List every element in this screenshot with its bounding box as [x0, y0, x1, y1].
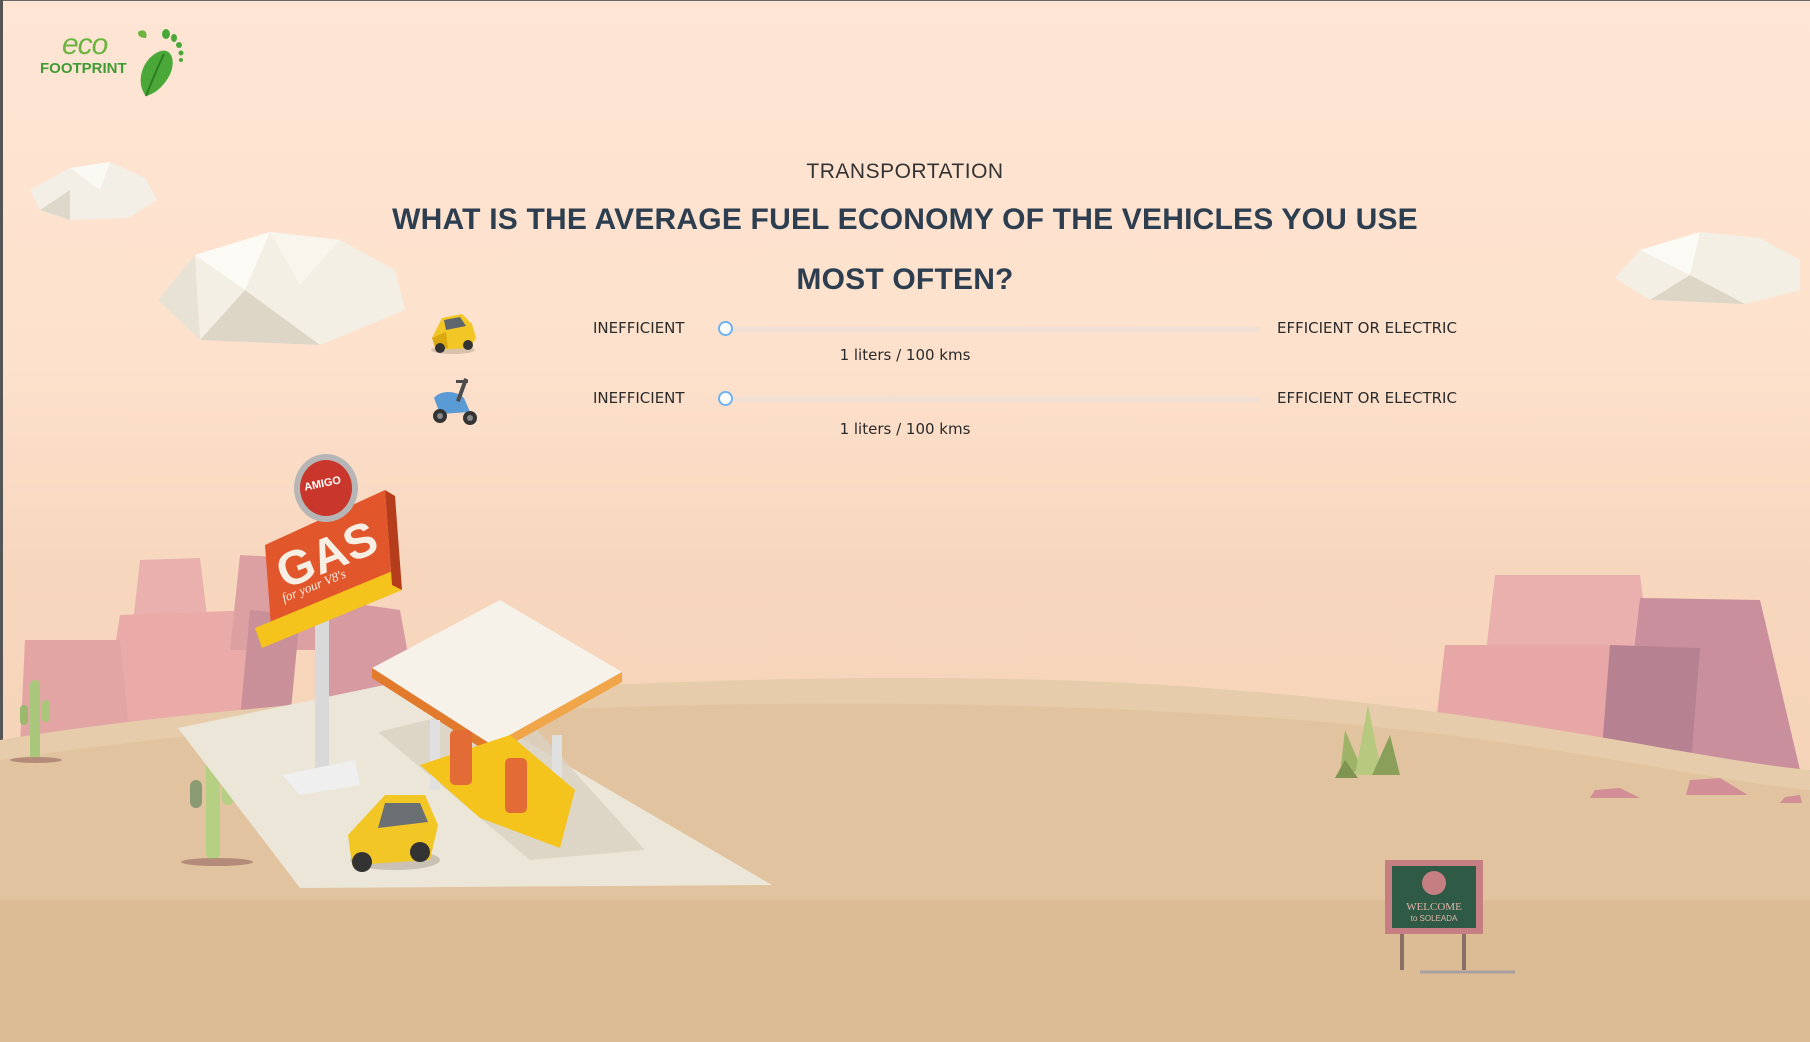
slider-value-scooter: 1 liters / 100 kms	[839, 420, 971, 438]
logo-eco-text: eco	[62, 28, 108, 61]
question-heading: WHAT IS THE AVERAGE FUEL ECONOMY OF THE …	[392, 203, 1418, 296]
inefficient-label: INEFFICIENT	[593, 319, 685, 337]
logo-footprint-text: FOOTPRINT	[40, 60, 127, 77]
welcome-sign-line2: to SOLEADA	[1410, 914, 1458, 923]
desert-scene	[0, 162, 1810, 1042]
slider-row-car: INEFFICIENT EFFICIENT OR ELECTRIC	[0, 308, 1810, 354]
efficient-label: EFFICIENT OR ELECTRIC	[1277, 389, 1457, 407]
slider-thumb[interactable]	[718, 391, 733, 406]
efficient-label: EFFICIENT OR ELECTRIC	[1277, 319, 1457, 337]
inefficient-label: INEFFICIENT	[593, 389, 685, 407]
slider-row-scooter: INEFFICIENT EFFICIENT OR ELECTRIC	[0, 376, 1810, 425]
category-title: TRANSPORTATION	[806, 160, 1004, 183]
slider-value-car: 1 liters / 100 kms	[839, 346, 971, 364]
eco-footprint-logo[interactable]: eco FOOTPRINT	[38, 26, 184, 100]
fuel-economy-slider-car[interactable]	[718, 321, 1260, 336]
welcome-sign-line1: WELCOME	[1406, 901, 1462, 913]
cloud-right	[1615, 232, 1800, 304]
slider-thumb[interactable]	[718, 321, 733, 336]
fuel-economy-slider-scooter[interactable]	[718, 391, 1260, 406]
footprint-leaf-icon	[138, 29, 184, 97]
